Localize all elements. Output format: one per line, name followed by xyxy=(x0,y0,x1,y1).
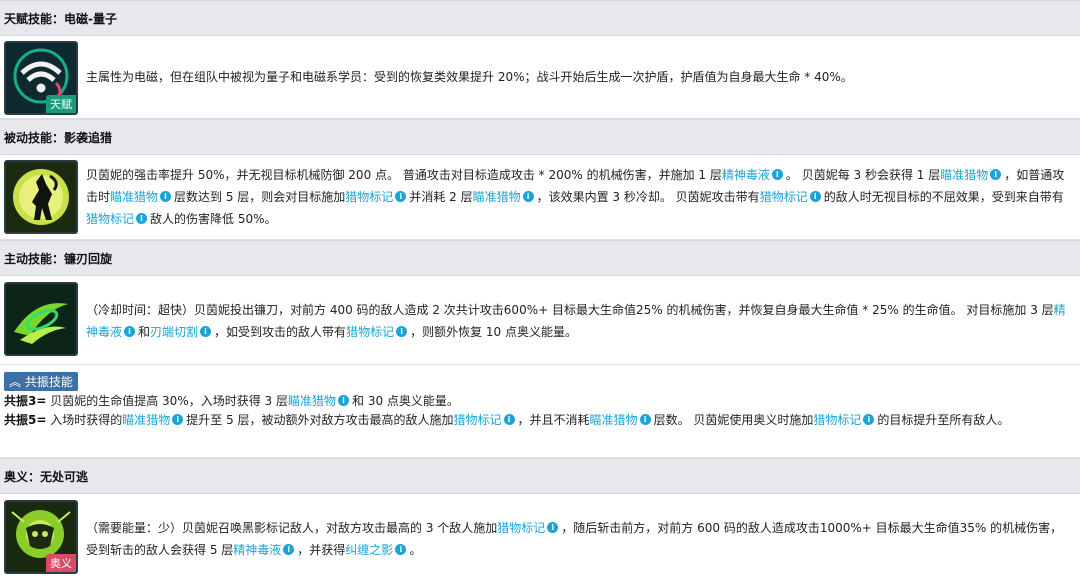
active-text-1: （冷却时间：超快）贝茵妮投出镰刀，对前方 400 码的敌人造成 2 次共计攻击6… xyxy=(86,303,1054,317)
passive-row: 贝茵妮的强击率提升 50%，并无视目标机械防御 200 点。 普通攻击对目标造成… xyxy=(0,155,1080,240)
keyword-link[interactable]: 猎物标记 xyxy=(454,413,502,427)
scythe-spin-icon xyxy=(6,284,76,354)
resonance-tag: ︽ 共振技能 xyxy=(4,372,78,391)
resonance-3-line: 共振3= 贝茵妮的生命值提高 30%，入场时获得 3 层瞄准猎物 i 和 30 点奥… xyxy=(4,392,1072,411)
info-icon[interactable]: i xyxy=(809,191,821,202)
resonance-5-text-4: 层数。 贝茵妮使用奥义时施加 xyxy=(653,413,814,427)
skill-page: 天赋技能：电磁-量子 天赋 主属性为电磁，但在组队中被视为量子和电磁系学员：受到… xyxy=(0,0,1080,578)
ultimate-text-4: 。 xyxy=(409,543,422,557)
talent-badge: 天赋 xyxy=(46,95,76,113)
resonance-block: ︽ 共振技能 共振3= 贝茵妮的生命值提高 30%，入场时获得 3 层瞄准猎物 i… xyxy=(0,365,1080,458)
info-icon[interactable]: i xyxy=(338,395,349,406)
ultimate-header: 奥义：无处可逃 xyxy=(0,458,1080,494)
active-header: 主动技能：镰刃回旋 xyxy=(0,240,1080,276)
keyword-link[interactable]: 瞄准猎物 xyxy=(940,168,988,182)
info-icon[interactable]: i xyxy=(522,191,534,202)
keyword-link[interactable]: 刃端切割 xyxy=(150,325,198,339)
ultimate-text-1: （需要能量：少）贝茵妮召唤黑影标记敌人，对敌方攻击最高的 3 个敌人施加 xyxy=(86,521,498,535)
keyword-link[interactable]: 猎物标记 xyxy=(760,190,808,204)
keyword-link[interactable]: 猎物标记 xyxy=(346,325,394,339)
keyword-link[interactable]: 猎物标记 xyxy=(86,212,134,226)
ultimate-description: （需要能量：少）贝茵妮召唤黑影标记敌人，对敌方攻击最高的 3 个敌人施加猎物标记… xyxy=(86,517,1072,561)
info-icon[interactable]: i xyxy=(639,414,651,425)
keyword-link[interactable]: 瞄准猎物 xyxy=(590,413,638,427)
passive-text-8: 敌人的伤害降低 50%。 xyxy=(150,212,277,226)
talent-header: 天赋技能：电磁-量子 xyxy=(0,0,1080,36)
keyword-link[interactable]: 猎物标记 xyxy=(345,190,393,204)
passive-text-2: 。 贝茵妮每 3 秒会获得 1 层 xyxy=(785,168,941,182)
ultimate-badge: 奥义 xyxy=(46,554,76,572)
resonance-3-text-2: 和 30 点奥义能量。 xyxy=(352,394,459,408)
talent-skill-icon: 天赋 xyxy=(4,41,78,115)
active-description: （冷却时间：超快）贝茵妮投出镰刀，对前方 400 码的敌人造成 2 次共计攻击6… xyxy=(86,299,1072,343)
info-icon[interactable]: i xyxy=(395,191,407,202)
passive-description: 贝茵妮的强击率提升 50%，并无视目标机械防御 200 点。 普通攻击对目标造成… xyxy=(86,164,1072,230)
double-chevron-up-icon: ︽ xyxy=(9,375,22,389)
info-icon[interactable]: i xyxy=(863,414,875,425)
passive-header: 被动技能：影袭追猎 xyxy=(0,119,1080,155)
info-icon[interactable]: i xyxy=(172,414,184,425)
resonance-3-label: 共振3= xyxy=(4,394,47,408)
info-icon[interactable]: i xyxy=(771,169,783,180)
talent-row: 天赋 主属性为电磁，但在组队中被视为量子和电磁系学员：受到的恢复类效果提升 20… xyxy=(0,36,1080,119)
keyword-link[interactable]: 精神毒液 xyxy=(233,543,281,557)
keyword-link[interactable]: 猎物标记 xyxy=(813,413,861,427)
active-skill-icon xyxy=(4,282,78,356)
keyword-link[interactable]: 瞄准猎物 xyxy=(122,413,170,427)
passive-skill-icon xyxy=(4,160,78,234)
passive-text-7: 的敌人时无视目标的不屈效果，受到来自带有 xyxy=(823,190,1064,204)
ultimate-title: 奥义：无处可逃 xyxy=(4,469,89,484)
keyword-link[interactable]: 精神毒液 xyxy=(722,168,770,182)
passive-text-1: 贝茵妮的强击率提升 50%，并无视目标机械防御 200 点。 普通攻击对目标造成… xyxy=(86,168,722,182)
active-text-2: 和 xyxy=(138,325,151,339)
info-icon[interactable]: i xyxy=(396,326,408,337)
talent-title: 天赋技能：电磁-量子 xyxy=(4,11,117,26)
info-icon[interactable]: i xyxy=(160,191,172,202)
hunter-silhouette-icon xyxy=(6,162,76,232)
info-icon[interactable]: i xyxy=(124,326,136,337)
passive-text-6: ，该效果内置 3 秒冷却。 贝茵妮攻击带有 xyxy=(536,190,760,204)
info-icon[interactable]: i xyxy=(136,213,148,224)
active-title: 主动技能：镰刃回旋 xyxy=(4,251,113,266)
resonance-5-text-5: 的目标提升至所有敌人。 xyxy=(877,413,1010,427)
info-icon[interactable]: i xyxy=(200,326,212,337)
ultimate-skill-icon: 奥义 xyxy=(4,500,78,574)
keyword-link[interactable]: 猎物标记 xyxy=(497,521,545,535)
keyword-link[interactable]: 瞄准猎物 xyxy=(288,394,336,408)
active-row: （冷却时间：超快）贝茵妮投出镰刀，对前方 400 码的敌人造成 2 次共计攻击6… xyxy=(0,276,1080,365)
resonance-5-text-3: ，并且不消耗 xyxy=(517,413,590,427)
info-icon[interactable]: i xyxy=(395,544,407,555)
resonance-5-text-1: 入场时获得的 xyxy=(46,413,123,427)
info-icon[interactable]: i xyxy=(283,544,295,555)
resonance-5-line: 共振5= 入场时获得的瞄准猎物 i 提升至 5 层，被动额外对敌方攻击最高的敌人施加… xyxy=(4,411,1072,430)
resonance-5-label: 共振5= xyxy=(4,413,47,427)
info-icon[interactable]: i xyxy=(990,169,1002,180)
info-icon[interactable]: i xyxy=(547,522,559,533)
talent-description: 主属性为电磁，但在组队中被视为量子和电磁系学员：受到的恢复类效果提升 20%；战… xyxy=(86,70,853,84)
passive-text-5: 并消耗 2 层 xyxy=(409,190,473,204)
keyword-link[interactable]: 瞄准猎物 xyxy=(110,190,158,204)
resonance-tag-box: ︽ 共振技能 xyxy=(4,372,78,391)
passive-text-4: 层数达到 5 层，则会对目标施加 xyxy=(174,190,346,204)
resonance-3-text-1: 贝茵妮的生命值提高 30%，入场时获得 3 层 xyxy=(46,394,288,408)
active-text-3: ，如受到攻击的敌人带有 xyxy=(214,325,347,339)
passive-title: 被动技能：影袭追猎 xyxy=(4,130,113,145)
keyword-link[interactable]: 瞄准猎物 xyxy=(473,190,521,204)
info-icon[interactable]: i xyxy=(503,414,515,425)
ultimate-row: 奥义 （需要能量：少）贝茵妮召唤黑影标记敌人，对敌方攻击最高的 3 个敌人施加猎… xyxy=(0,494,1080,578)
active-text-4: ，则额外恢复 10 点奥义能量。 xyxy=(410,325,577,339)
keyword-link[interactable]: 纠缠之影 xyxy=(345,543,393,557)
resonance-tag-label: 共振技能 xyxy=(24,375,73,389)
ultimate-text-3: ，并获得 xyxy=(297,543,346,557)
resonance-5-text-2: 提升至 5 层，被动额外对敌方攻击最高的敌人施加 xyxy=(186,413,454,427)
